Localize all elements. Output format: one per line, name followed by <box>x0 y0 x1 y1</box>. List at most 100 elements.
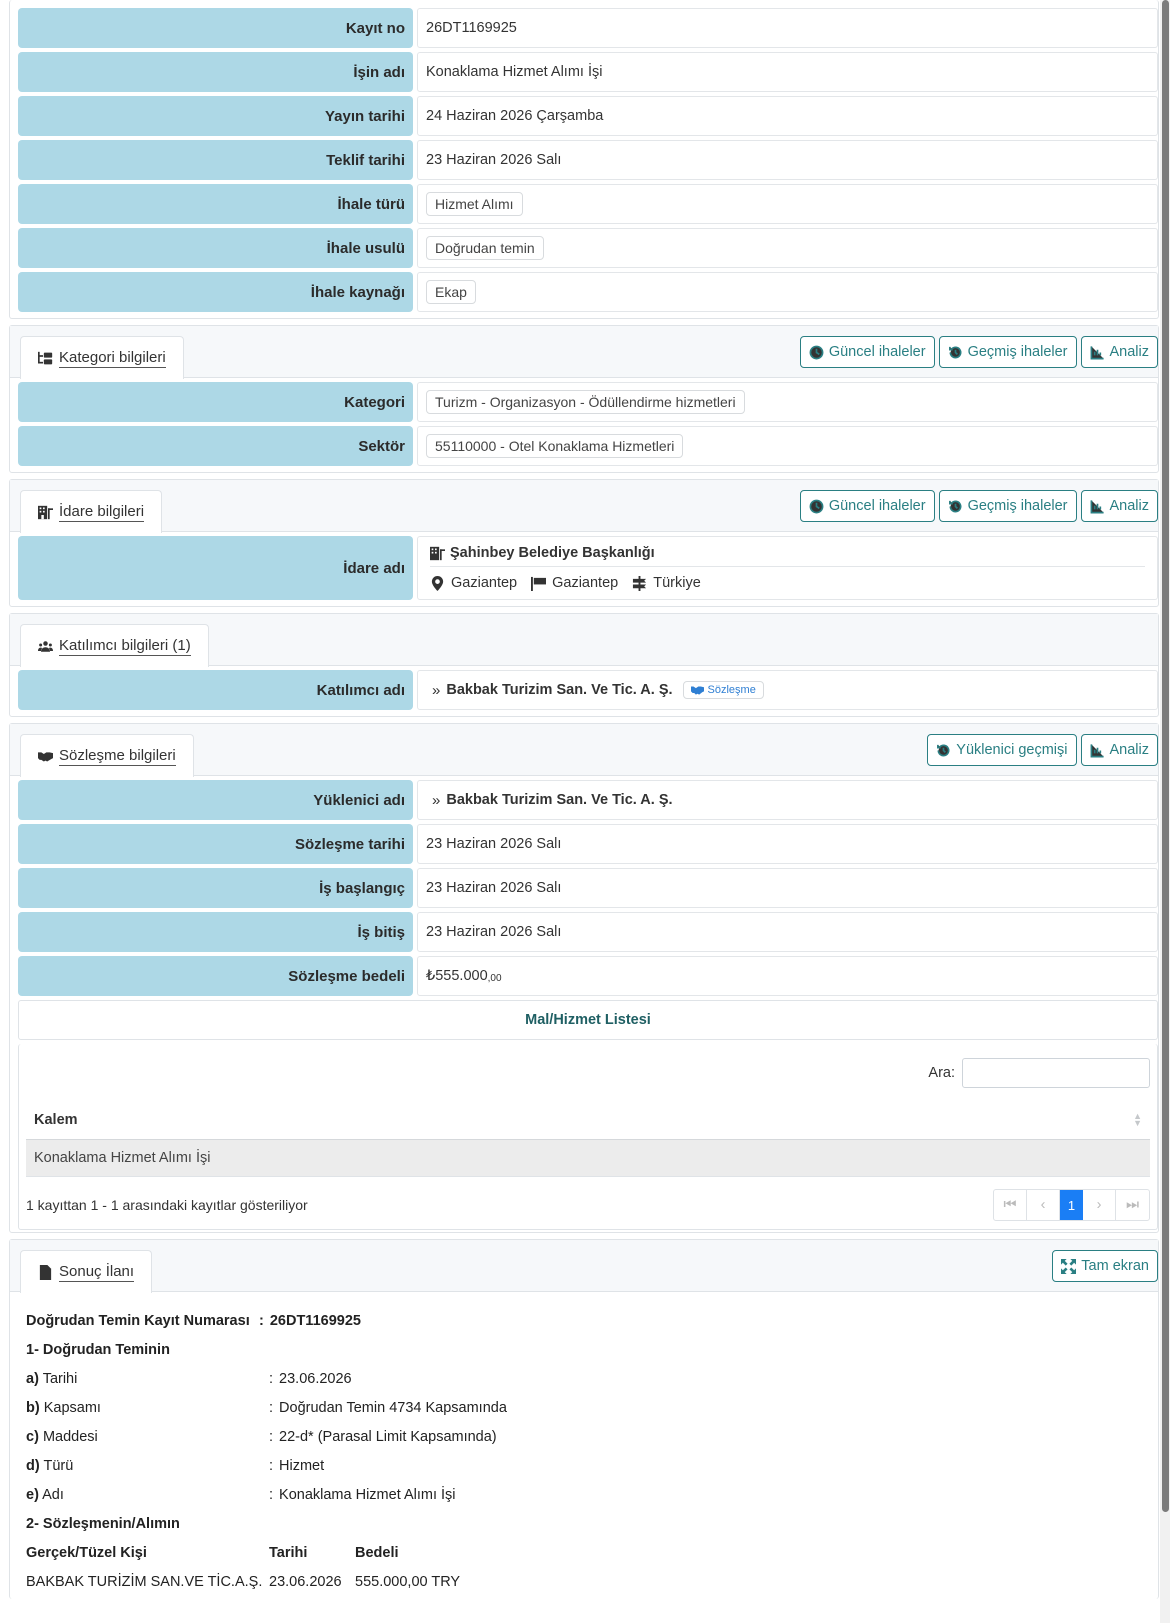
analiz-button[interactable]: Analiz <box>1080 336 1158 368</box>
prev-page-icon[interactable]: ‹ <box>1027 1190 1060 1220</box>
tam-ekran-button[interactable]: Tam ekran <box>1052 1250 1158 1282</box>
bedel-decimals: ,00 <box>487 972 502 984</box>
expand-icon <box>1061 1258 1077 1274</box>
row-label: Kayıt no <box>18 8 413 48</box>
bedel-value: ₺555.000,00 <box>417 956 1158 996</box>
row-label: Yayın tarihi <box>18 96 413 136</box>
tab-katilimci[interactable]: Katılımcı bilgileri (1) <box>20 624 209 667</box>
idare-value: Şahinbey Belediye Başkanlığı Gaziantep G… <box>417 536 1158 600</box>
file-icon <box>38 1264 53 1280</box>
history-icon <box>948 499 963 514</box>
tab-sonuc-ilani[interactable]: Sonuç İlanı <box>20 1250 153 1293</box>
guncel-ihaleler-button[interactable]: Güncel ihaleler <box>799 336 935 368</box>
button-label: Geçmiş ihaleler <box>967 498 1068 514</box>
sozlesme-badge[interactable]: Sözleşme <box>682 681 764 699</box>
doc-item-e: e) Adı: Konaklama Hizmet Alımı İşi <box>26 1486 456 1503</box>
gecmis-ihaleler-button[interactable]: Geçmiş ihaleler <box>938 490 1077 522</box>
yuklenici-name-link[interactable]: Bakbak Turizim San. Ve Tic. A. Ş. <box>446 792 672 808</box>
katilimci-tabbar: Katılımcı bilgileri (1) <box>10 614 1158 667</box>
table-info: 1 kayıttan 1 - 1 arasındaki kayıtlar gös… <box>26 1197 308 1213</box>
sozlesme-buttons: Yüklenici geçmişi Analiz <box>927 734 1158 766</box>
chart-icon <box>1090 743 1105 758</box>
idare-name-line: Şahinbey Belediye Başkanlığı <box>430 545 1145 567</box>
tab-idare[interactable]: İdare bilgileri <box>20 490 163 533</box>
idare-province[interactable]: Gaziantep <box>552 575 618 591</box>
row-label: Sektör <box>18 426 413 466</box>
building-icon <box>430 546 445 561</box>
ihale-usulu-badge: Doğrudan temin <box>426 236 544 260</box>
sonuc-card: Sonuç İlanı Tam ekran Doğrudan Temin Kay… <box>9 1239 1159 1599</box>
row-value: 24 Haziran 2026 Çarşamba <box>417 96 1158 136</box>
katilimci-value: » Bakbak Turizim San. Ve Tic. A. Ş. Sözl… <box>417 670 1158 710</box>
last-page-icon[interactable]: ⏭ <box>1116 1190 1149 1220</box>
row-isin-adi: İşin adı Konaklama Hizmet Alımı İşi <box>18 52 1158 92</box>
tab-sozlesme[interactable]: Sözleşme bilgileri <box>20 734 194 777</box>
row-sektor: Sektör 55110000 - Otel Konaklama Hizmetle… <box>18 426 1158 466</box>
sort-icon: ▲ ▼ <box>1133 1110 1142 1128</box>
analiz-button[interactable]: Analiz <box>1080 490 1158 522</box>
kategori-buttons: Güncel ihaleler Geçmiş ihaleler Analiz <box>799 336 1158 368</box>
guncel-ihaleler-button[interactable]: Güncel ihaleler <box>799 490 935 522</box>
page-1-button[interactable]: 1 <box>1060 1190 1083 1220</box>
row-ihale-usulu: İhale usulü Doğrudan temin <box>18 228 1158 268</box>
analiz-button[interactable]: Analiz <box>1080 734 1158 766</box>
idare-buttons: Güncel ihaleler Geçmiş ihaleler Analiz <box>799 490 1158 522</box>
item-label: Kapsamı <box>43 1399 101 1416</box>
row-label: Kategori <box>18 382 413 422</box>
tab-label: Kategori bilgileri <box>59 348 166 368</box>
idare-tabbar: İdare bilgileri Güncel ihaleler Geçmiş i… <box>10 480 1158 533</box>
row-yayin-tarihi: Yayın tarihi 24 Haziran 2026 Çarşamba <box>18 96 1158 136</box>
column-header-kalem[interactable]: Kalem ▲ ▼ <box>26 1100 1150 1140</box>
gecmis-ihaleler-button[interactable]: Geçmiş ihaleler <box>938 336 1077 368</box>
yuklenici-gecmisi-button[interactable]: Yüklenici geçmişi <box>927 734 1077 766</box>
scrollbar-thumb[interactable] <box>1162 0 1169 1512</box>
row-value: Konaklama Hizmet Alımı İşi <box>417 52 1158 92</box>
item-value: Konaklama Hizmet Alımı İşi <box>279 1486 456 1503</box>
row-value-wrap: Turizm - Organizasyon - Ödüllendirme hiz… <box>417 382 1158 422</box>
idare-card: İdare bilgileri Güncel ihaleler Geçmiş i… <box>9 479 1159 607</box>
cell-bedel: 555.000,00 TRY <box>355 1573 461 1590</box>
row-value: 23 Haziran 2026 Salı <box>417 868 1158 908</box>
button-label: Güncel ihaleler <box>828 344 926 360</box>
idare-city[interactable]: Gaziantep <box>451 575 517 591</box>
doc-item-b: b) Kapsamı: Doğrudan Temin 4734 Kapsamınd… <box>26 1399 507 1416</box>
sozlesme-tabbar: Sözleşme bilgileri Yüklenici geçmişi Ana… <box>10 724 1158 777</box>
col-bedel: Bedeli <box>355 1544 399 1561</box>
page-content: Kayıt no 26DT1169925 İşin adı Konaklama Hi… <box>9 0 1159 1605</box>
item-value: Doğrudan Temin 4734 Kapsamında <box>279 1399 507 1416</box>
idare-country[interactable]: Türkiye <box>653 575 701 591</box>
handshake-icon <box>690 685 704 696</box>
first-page-icon[interactable]: ⏮ <box>994 1190 1027 1220</box>
item-key: a) <box>26 1370 39 1387</box>
item-label: Adı <box>42 1486 64 1503</box>
katilimci-card: Katılımcı bilgileri (1) Katılımcı adı » … <box>9 613 1159 717</box>
button-label: Geçmiş ihaleler <box>967 344 1068 360</box>
doc-item-c: c) Maddesi:22-d* (Parasal Limit Kapsamın… <box>26 1428 497 1445</box>
section-1-title: 1- Doğrudan Teminin <box>26 1341 170 1358</box>
clock-icon <box>809 345 824 360</box>
search-input[interactable] <box>962 1058 1150 1088</box>
kayit-value: 26DT1169925 <box>269 1312 361 1329</box>
table-footer: 1 kayıttan 1 - 1 arasındaki kayıtlar gös… <box>26 1189 1150 1221</box>
sektor-badge: 55110000 - Otel Konaklama Hizmetleri <box>426 434 684 458</box>
row-katilimci-adi: Katılımcı adı » Bakbak Turizim San. Ve T… <box>18 670 1158 710</box>
double-chevron-icon: » <box>432 791 441 809</box>
table-row: Konaklama Hizmet Alımı İşi <box>26 1140 1150 1177</box>
search-area: Ara: <box>26 1058 1150 1088</box>
list-panel: Ara: Kalem ▲ ▼ Konaklama Hizmet Alımı İşi… <box>18 1044 1158 1230</box>
button-label: Yüklenici geçmişi <box>956 742 1068 758</box>
row-label: İş başlangıç <box>18 868 413 908</box>
next-page-icon[interactable]: › <box>1083 1190 1116 1220</box>
row-value-wrap: Ekap <box>417 272 1158 312</box>
map-marker-icon <box>430 575 445 591</box>
kayit-line: Doğrudan Temin Kayıt Numarası:26DT116992… <box>26 1312 361 1329</box>
tab-kategori[interactable]: Kategori bilgileri <box>20 336 184 379</box>
kategori-card: Kategori bilgileri Güncel ihaleler Geçmi… <box>9 325 1159 473</box>
katilimci-name-link[interactable]: Bakbak Turizim San. Ve Tic. A. Ş. <box>446 682 672 698</box>
row-teklif-tarihi: Teklif tarihi 23 Haziran 2026 Salı <box>18 140 1158 180</box>
idare-name-link[interactable]: Şahinbey Belediye Başkanlığı <box>450 545 655 561</box>
button-label: Analiz <box>1109 742 1150 758</box>
button-label: Tam ekran <box>1081 1258 1149 1274</box>
result-table-row: BAKBAK TURİZİM SAN.VE TİC.A.Ş. 23.06.2026… <box>26 1567 1142 1596</box>
history-icon <box>948 345 963 360</box>
